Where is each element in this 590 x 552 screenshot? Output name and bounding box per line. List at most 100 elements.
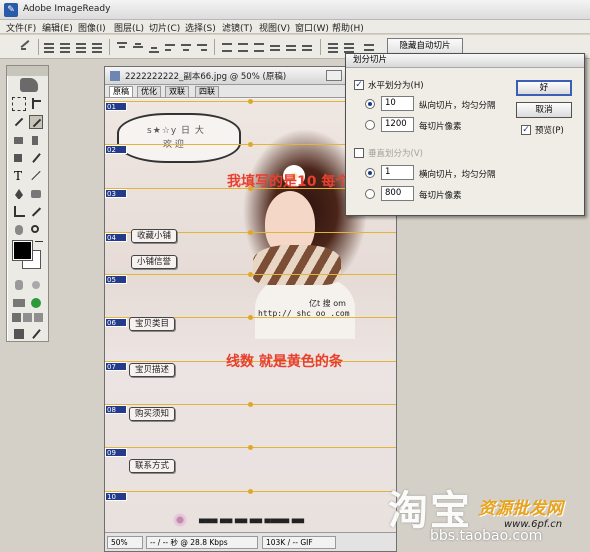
nav-tag-description: 宝贝描述 (129, 363, 176, 377)
download-time-field[interactable]: -- / -- 秒 @ 28.8 Kbps (146, 536, 258, 549)
pixels-per-slice-input-1[interactable]: 1200 (381, 117, 414, 132)
distribute-top-icon[interactable] (220, 40, 234, 54)
slice-select-icon[interactable] (362, 40, 376, 54)
tab-2up[interactable]: 双联 (165, 86, 189, 97)
tab-original[interactable]: 原稿 (109, 86, 133, 97)
swap-colors-icon[interactable] (35, 238, 43, 246)
file-size-field[interactable]: 103K / -- GIF (262, 536, 336, 549)
menu-bar: 文件(F) 编辑(E) 图像(I) 图层(L) 切片(C) 选择(S) 滤镜(T… (0, 20, 590, 34)
arrange-back-icon[interactable] (90, 40, 104, 54)
zoom-tool-icon[interactable] (29, 223, 43, 237)
pixels-per-slice-radio-2[interactable] (365, 189, 375, 199)
toggle-slice-visibility-icon[interactable] (12, 278, 26, 292)
align-vcenter-icon[interactable] (131, 40, 145, 54)
menu-file[interactable]: 文件(F) (6, 21, 36, 34)
screen-mode-icon[interactable] (12, 313, 44, 323)
distribute-hcenter-icon[interactable] (284, 40, 298, 54)
pixels-per-slice-input-2[interactable]: 800 (381, 186, 414, 201)
slice-divide-icon[interactable] (342, 40, 356, 54)
slice-handle[interactable] (248, 99, 253, 104)
arrange-forward-icon[interactable] (58, 40, 72, 54)
type-tool-icon[interactable]: T (12, 169, 26, 183)
preview-checkbox[interactable]: ✓ (521, 125, 531, 135)
vertical-divide-checkbox[interactable] (354, 148, 364, 158)
eyedropper-tool-icon[interactable] (29, 205, 43, 219)
hand-tool-icon[interactable] (12, 223, 26, 237)
crop-tool-icon[interactable] (12, 205, 26, 219)
slice-handle[interactable] (248, 489, 253, 494)
paint-bucket-tool-icon[interactable] (12, 151, 26, 165)
menu-window[interactable]: 窗口(W) (295, 21, 329, 34)
menu-view[interactable]: 视图(V) (259, 21, 290, 34)
slice-handle[interactable] (248, 230, 253, 235)
vertical-slices-input[interactable]: 10 (381, 96, 414, 111)
distribute-vcenter-icon[interactable] (236, 40, 250, 54)
preview-label: 预览(P) (535, 126, 564, 136)
slice-handle[interactable] (248, 272, 253, 277)
align-right-icon[interactable] (195, 40, 209, 54)
pen-tool-icon[interactable] (12, 187, 26, 201)
edit-in-photoshop-icon[interactable] (29, 327, 43, 341)
foreground-color-swatch[interactable] (12, 240, 33, 261)
ok-button[interactable]: 好 (516, 80, 572, 96)
slice-tool-icon[interactable] (29, 115, 43, 129)
slice-handle[interactable] (248, 402, 253, 407)
nav-tag-reputation: 小铺信誉 (131, 255, 178, 269)
tab-optimized[interactable]: 优化 (137, 86, 161, 97)
cancel-button[interactable]: 取消 (516, 102, 572, 118)
vertical-slices-radio[interactable] (365, 99, 375, 109)
imageready-app-icon: ✎ (4, 3, 18, 17)
pixels-per-slice-radio-1[interactable] (365, 120, 375, 130)
slice-number-badge: 03 (105, 189, 127, 198)
slice-handle[interactable] (248, 142, 253, 147)
slice-number-badge: 05 (105, 275, 127, 284)
slice-handle[interactable] (248, 445, 253, 450)
preview-in-browser-icon[interactable] (29, 296, 43, 310)
align-hcenter-icon[interactable] (179, 40, 193, 54)
eraser-tool-icon[interactable] (12, 133, 26, 147)
portrait-scarf (253, 245, 341, 285)
line-tool-icon[interactable] (29, 169, 43, 183)
move-tool-icon[interactable] (29, 97, 43, 111)
menu-select[interactable]: 选择(S) (185, 21, 216, 34)
taobao-bbs-url: bbs.taobao.com (430, 528, 543, 544)
nav-tag-favorite: 收藏小铺 (131, 229, 178, 243)
marquee-tool-icon[interactable] (12, 97, 26, 111)
rectangle-tool-icon[interactable] (29, 187, 43, 201)
menu-filter[interactable]: 滤镜(T) (222, 21, 253, 34)
menu-edit[interactable]: 编辑(E) (42, 21, 73, 34)
jump-to-photoshop-icon[interactable] (12, 327, 26, 341)
preview-document-icon[interactable] (12, 296, 26, 310)
resource-site-brand: 资源批发网 (478, 499, 563, 519)
document-title: 2222222222_副本66.jpg @ 50% (原稿) (125, 72, 287, 82)
align-left-icon[interactable] (163, 40, 177, 54)
toolbar-separator (38, 39, 39, 55)
slice-options-icon[interactable] (326, 40, 340, 54)
menu-layer[interactable]: 图层(L) (114, 21, 144, 34)
align-top-icon[interactable] (115, 40, 129, 54)
zoom-field[interactable]: 50% (107, 536, 143, 549)
minimize-button[interactable] (326, 70, 342, 81)
menu-help[interactable]: 帮助(H) (332, 21, 364, 34)
magic-eraser-tool-icon[interactable] (29, 133, 43, 147)
imageready-logo-icon (20, 78, 38, 92)
image-map-visibility-icon[interactable] (29, 278, 43, 292)
horizontal-divide-checkbox[interactable]: ✓ (354, 80, 364, 90)
horizontal-slices-input[interactable]: 1 (381, 165, 414, 180)
distribute-left-icon[interactable] (268, 40, 282, 54)
menu-image[interactable]: 图像(I) (78, 21, 106, 34)
horizontal-slices-radio[interactable] (365, 168, 375, 178)
tab-4up[interactable]: 四联 (195, 86, 219, 97)
distribute-bottom-icon[interactable] (252, 40, 266, 54)
slice-select-icon[interactable] (18, 40, 32, 54)
arrange-front-icon[interactable] (42, 40, 56, 54)
annotation-note-lines: 线数 就是黄色的条 (226, 354, 343, 370)
align-bottom-icon[interactable] (147, 40, 161, 54)
arrange-backward-icon[interactable] (74, 40, 88, 54)
slice-handle[interactable] (248, 315, 253, 320)
distribute-right-icon[interactable] (300, 40, 314, 54)
menu-slice[interactable]: 切片(C) (149, 21, 180, 34)
lasso-tool-icon[interactable] (12, 115, 26, 129)
slice-number-badge: 04 (105, 233, 127, 242)
brush-tool-icon[interactable] (29, 151, 43, 165)
